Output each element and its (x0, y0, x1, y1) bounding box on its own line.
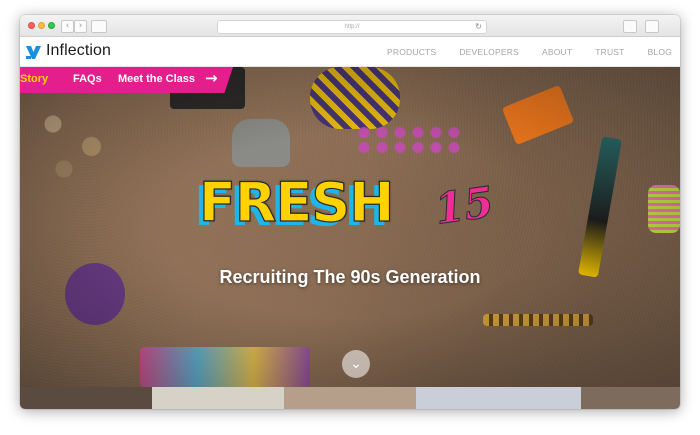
subnav-meet-the-class[interactable]: Meet the Class (118, 73, 195, 85)
address-text: http:// (344, 24, 360, 30)
forward-button[interactable]: › (74, 20, 87, 33)
main-menu: PRODUCTS DEVELOPERS ABOUT TRUST BLOG (364, 37, 672, 67)
subnav-our-story[interactable]: ur Story (20, 73, 48, 85)
browser-window: ‹ › http:// ↻ Inflection PRODUCTS DEVELO… (20, 15, 680, 409)
nav-developers[interactable]: DEVELOPERS (459, 47, 519, 57)
close-window-button[interactable] (28, 22, 35, 29)
nav-trust[interactable]: TRUST (595, 47, 624, 57)
next-section-preview-image (20, 387, 680, 409)
zoom-window-button[interactable] (48, 22, 55, 29)
share-icon[interactable] (623, 20, 637, 33)
trinkets-image (20, 97, 130, 187)
hero-title-number: 15 (431, 177, 497, 235)
yo-yo-stick-image (577, 136, 623, 278)
browser-toolbar: ‹ › http:// ↻ (20, 15, 680, 37)
reload-icon[interactable]: ↻ (475, 21, 482, 33)
sidebar-toggle-icon[interactable] (91, 20, 107, 33)
hero-section: ur Story FAQs Meet the Class → FRESH 15 … (20, 67, 680, 387)
cassette-image (501, 84, 575, 146)
arrow-right-icon[interactable]: → (205, 69, 218, 87)
minimize-window-button[interactable] (38, 22, 45, 29)
scroll-down-icon[interactable]: ⌄ (342, 350, 370, 378)
subnav-faqs[interactable]: FAQs (73, 73, 102, 85)
nav-blog[interactable]: BLOG (648, 47, 672, 57)
game-controller-image (232, 119, 290, 167)
site-header: Inflection PRODUCTS DEVELOPERS ABOUT TRU… (20, 37, 680, 67)
inflection-logo-icon[interactable] (26, 44, 41, 59)
stickers-image (140, 347, 310, 387)
slap-bracelet-image (483, 314, 593, 326)
slinky-image (648, 185, 680, 233)
address-bar[interactable]: http:// ↻ (217, 20, 487, 34)
hero-title: FRESH (198, 171, 395, 234)
back-button[interactable]: ‹ (61, 20, 74, 33)
story-subnav: ur Story FAQs Meet the Class → (20, 67, 233, 93)
brand-name[interactable]: Inflection (46, 42, 111, 60)
beads-image (355, 125, 465, 155)
tabs-icon[interactable] (645, 20, 659, 33)
nav-about[interactable]: ABOUT (542, 47, 572, 57)
nav-products[interactable]: PRODUCTS (387, 47, 436, 57)
hero-tagline: Recruiting The 90s Generation (219, 267, 481, 287)
bracelet-image (310, 67, 400, 129)
